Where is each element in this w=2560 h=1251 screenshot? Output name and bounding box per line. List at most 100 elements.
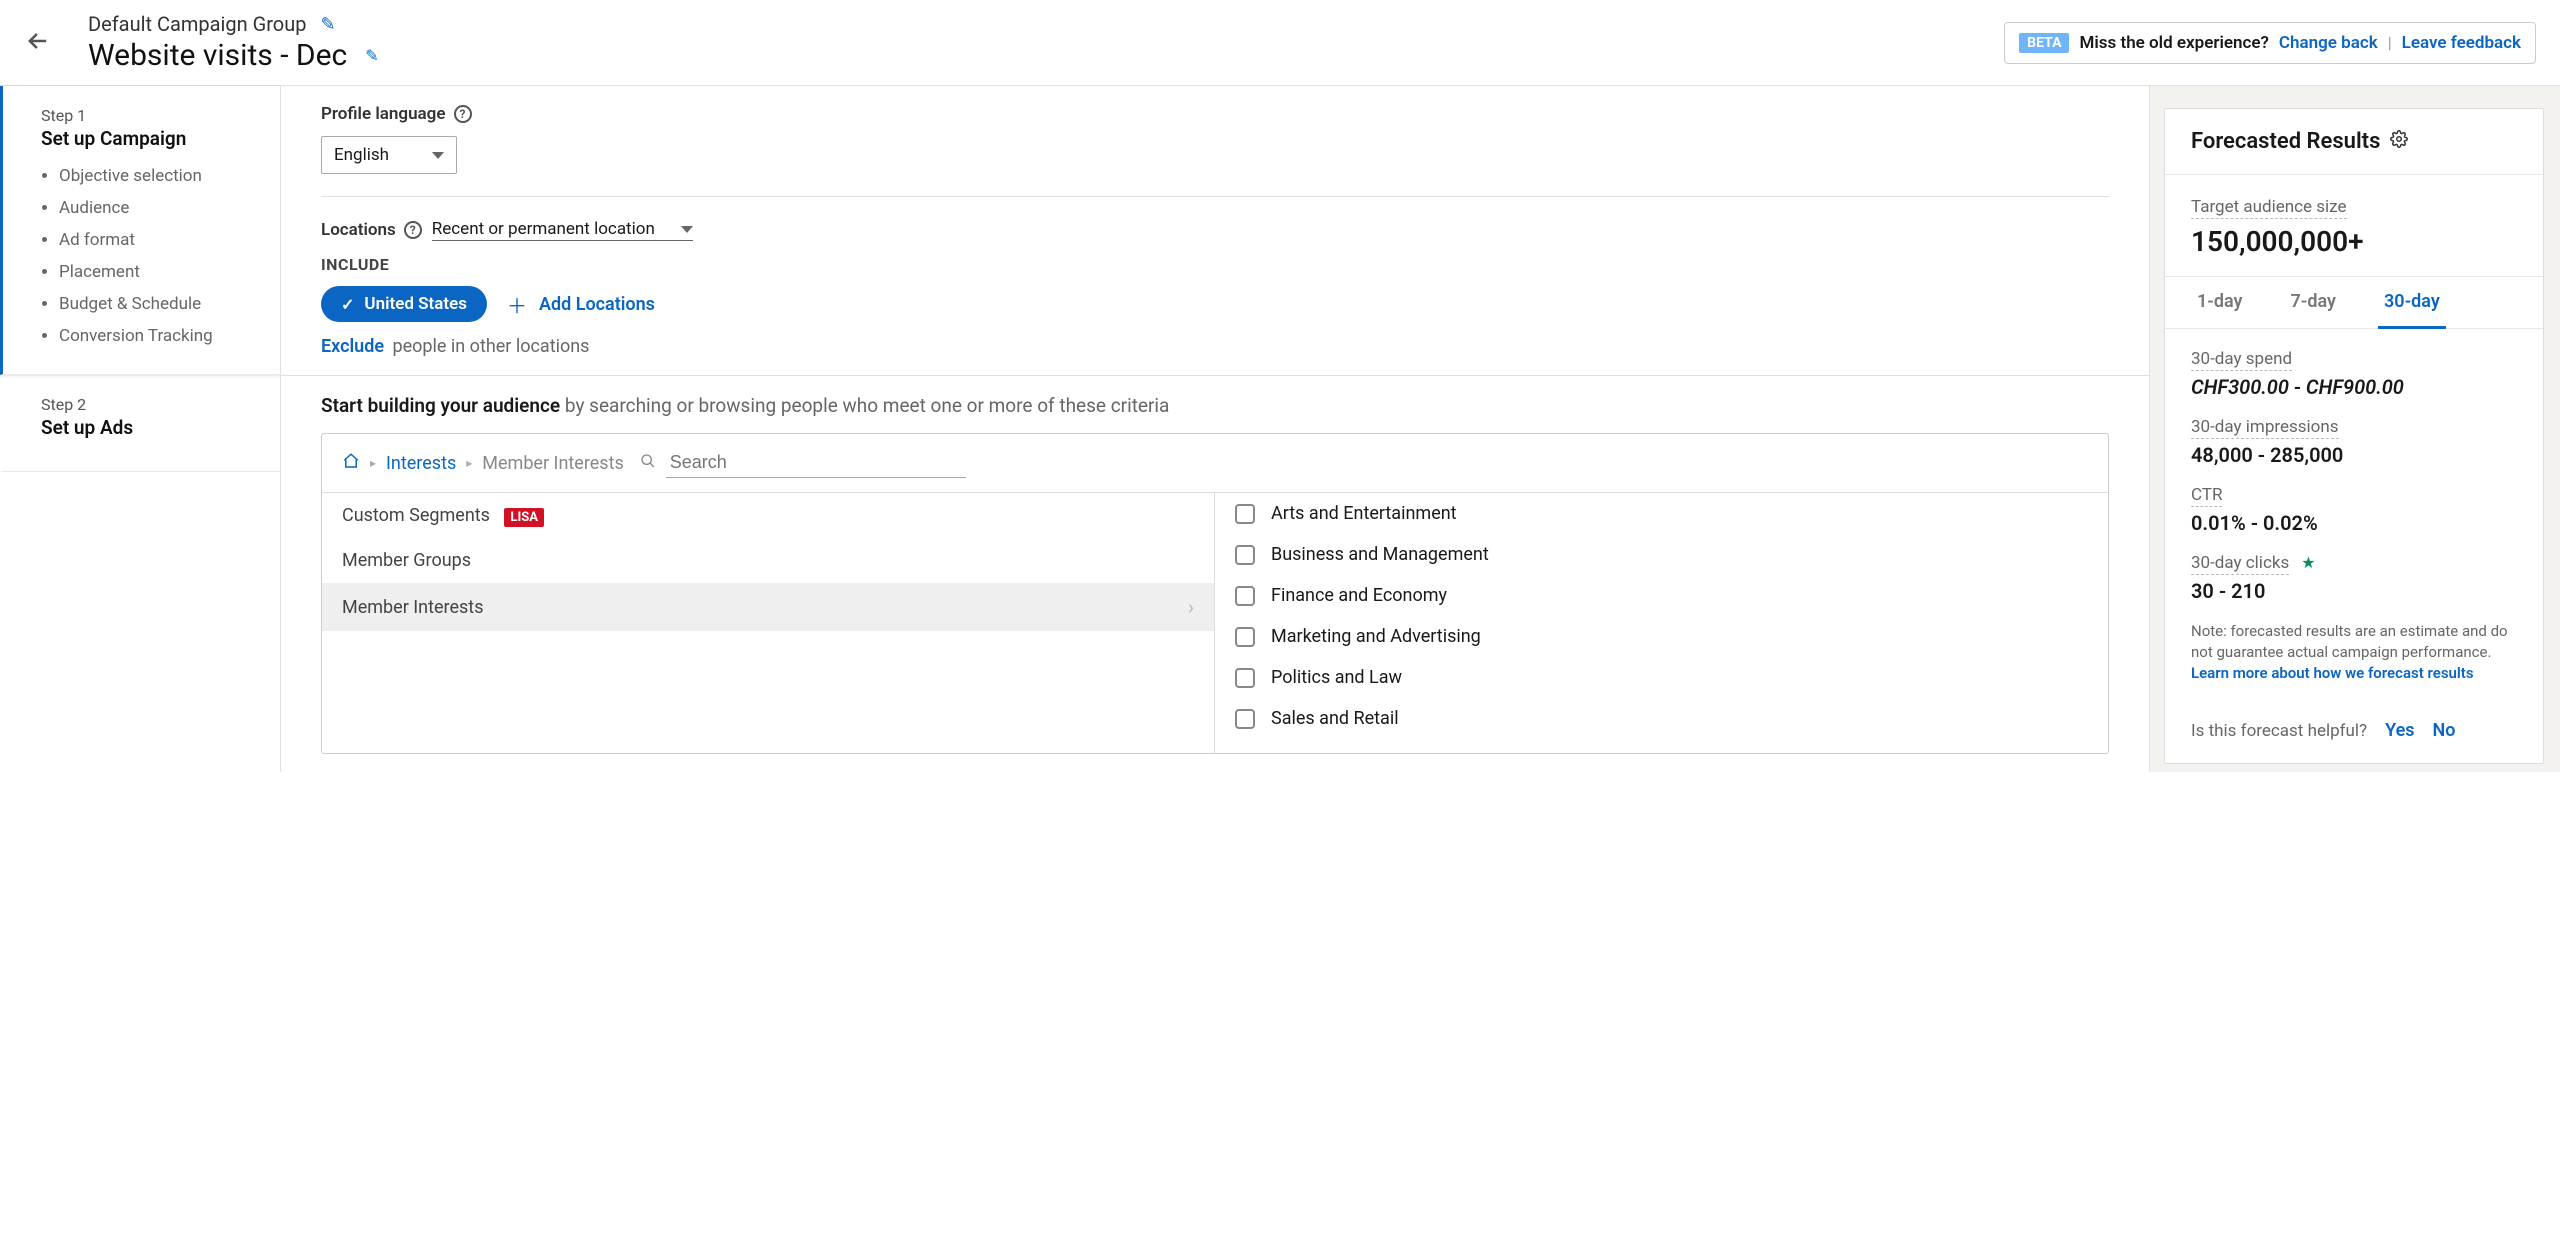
ctr-label[interactable]: CTR [2191, 485, 2222, 507]
sidebar: Step 1 Set up Campaign Objective selecti… [0, 86, 280, 772]
divider: | [2388, 33, 2392, 52]
language-select[interactable]: English [321, 136, 457, 174]
star-icon: ★ [2301, 553, 2315, 572]
impressions-label[interactable]: 30-day impressions [2191, 417, 2339, 439]
interest-sales[interactable]: Sales and Retail [1215, 698, 2108, 739]
checkbox-icon[interactable] [1235, 627, 1255, 647]
add-locations-button[interactable]: ＋ Add Locations [507, 290, 655, 319]
top-bar: Default Campaign Group ✎ Website visits … [0, 0, 2560, 86]
chevron-right-icon: ▸ [370, 456, 376, 470]
crumb-interests[interactable]: Interests [386, 453, 456, 474]
substep-objective[interactable]: Objective selection [59, 160, 256, 192]
forecast-title: Forecasted Results [2191, 129, 2380, 154]
left-item-member-interests[interactable]: Member Interests › [322, 583, 1214, 631]
impressions-value: 48,000 - 285,000 [2191, 443, 2517, 467]
include-label: INCLUDE [321, 255, 2109, 274]
substep-audience[interactable]: Audience [59, 192, 256, 224]
spend-value: CHF300.00 - CHF900.00 [2191, 375, 2517, 399]
profile-language-label: Profile language ? [321, 104, 472, 124]
back-arrow-icon[interactable] [24, 25, 52, 61]
location-pill-us[interactable]: ✓ United States [321, 286, 487, 322]
forecast-panel: Forecasted Results Target audience size … [2150, 86, 2560, 772]
checkbox-icon[interactable] [1235, 545, 1255, 565]
step2-block[interactable]: Step 2 Set up Ads [0, 375, 280, 472]
beta-badge: BETA [2019, 33, 2069, 53]
interest-finance[interactable]: Finance and Economy [1215, 575, 2108, 616]
substep-budget[interactable]: Budget & Schedule [59, 288, 256, 320]
helpful-no[interactable]: No [2433, 720, 2456, 741]
interest-marketing[interactable]: Marketing and Advertising [1215, 616, 2108, 657]
audience-left-col: Custom Segments LISA Member Groups Membe… [322, 493, 1215, 753]
helpful-yes[interactable]: Yes [2385, 720, 2414, 741]
left-item-custom-segments[interactable]: Custom Segments LISA [322, 493, 1214, 538]
help-icon[interactable]: ? [404, 221, 422, 239]
campaign-name: Website visits - Dec [88, 38, 347, 73]
caret-down-icon [432, 152, 444, 159]
exclude-link[interactable]: Exclude [321, 336, 384, 357]
audience-search-input[interactable] [666, 448, 966, 478]
clicks-value: 30 - 210 [2191, 579, 2517, 603]
checkbox-icon[interactable] [1235, 709, 1255, 729]
checkbox-icon[interactable] [1235, 668, 1255, 688]
plus-icon: ＋ [507, 290, 527, 319]
substep-conversion[interactable]: Conversion Tracking [59, 320, 256, 352]
miss-old-text: Miss the old experience? [2079, 33, 2268, 53]
step2-title: Set up Ads [41, 416, 256, 439]
left-item-member-groups[interactable]: Member Groups [322, 538, 1214, 583]
forecast-card: Forecasted Results Target audience size … [2164, 108, 2544, 764]
forecast-helpful: Is this forecast helpful? Yes No [2165, 704, 2543, 763]
gear-icon[interactable] [2390, 130, 2408, 153]
caret-down-icon [681, 226, 693, 233]
forecast-learn-more-link[interactable]: Learn more about how we forecast results [2191, 664, 2474, 682]
audience-breadcrumb: ▸ Interests ▸ Member Interests [322, 434, 2108, 493]
chevron-right-icon: ▸ [466, 456, 472, 470]
edit-campaign-icon[interactable]: ✎ [365, 46, 378, 65]
checkbox-icon[interactable] [1235, 586, 1255, 606]
campaign-group-row: Default Campaign Group ✎ [88, 12, 379, 36]
lisa-badge: LISA [504, 508, 544, 527]
campaign-group-name: Default Campaign Group [88, 12, 306, 36]
audience-browser: ▸ Interests ▸ Member Interests [321, 433, 2109, 754]
language-value: English [334, 145, 389, 165]
forecast-tabs: 1-day 7-day 30-day [2165, 277, 2543, 329]
leave-feedback-link[interactable]: Leave feedback [2402, 33, 2521, 53]
audience-size-value: 150,000,000+ [2191, 225, 2517, 258]
spend-label[interactable]: 30-day spend [2191, 349, 2292, 371]
exclude-rest-text: people in other locations [392, 336, 589, 357]
check-icon: ✓ [341, 295, 354, 314]
location-type-dropdown[interactable]: Recent or permanent location [432, 219, 693, 241]
interest-politics[interactable]: Politics and Law [1215, 657, 2108, 698]
step1-label: Step 1 [41, 106, 256, 125]
tab-1day[interactable]: 1-day [2191, 277, 2249, 328]
step1-block[interactable]: Step 1 Set up Campaign Objective selecti… [0, 86, 280, 375]
step2-label: Step 2 [41, 395, 256, 414]
interest-business[interactable]: Business and Management [1215, 534, 2108, 575]
exclude-row: Exclude people in other locations [321, 336, 2109, 357]
help-icon[interactable]: ? [454, 105, 472, 123]
substep-adformat[interactable]: Ad format [59, 224, 256, 256]
step1-substeps: Objective selection Audience Ad format P… [41, 160, 256, 352]
tab-30day[interactable]: 30-day [2378, 277, 2446, 329]
campaign-name-row: Website visits - Dec ✎ [88, 38, 379, 73]
edit-group-icon[interactable]: ✎ [320, 14, 335, 35]
forecast-note: Note: forecasted results are an estimate… [2191, 621, 2517, 684]
interest-arts[interactable]: Arts and Entertainment [1215, 493, 2108, 534]
audience-right-col: Arts and Entertainment Business and Mana… [1215, 493, 2108, 753]
search-icon [640, 453, 656, 473]
audience-heading: Start building your audience by searchin… [321, 394, 2109, 417]
helpful-question: Is this forecast helpful? [2191, 721, 2367, 741]
ctr-value: 0.01% - 0.02% [2191, 511, 2517, 535]
change-back-link[interactable]: Change back [2279, 33, 2378, 53]
clicks-label[interactable]: 30-day clicks [2191, 553, 2289, 575]
topbar-right-box: BETA Miss the old experience? Change bac… [2004, 22, 2536, 64]
locations-label: Locations ? [321, 220, 422, 240]
crumb-member-interests: Member Interests [482, 453, 623, 474]
substep-placement[interactable]: Placement [59, 256, 256, 288]
main-area: Profile language ? English Locations ? [280, 86, 2150, 772]
audience-size-label[interactable]: Target audience size [2191, 197, 2347, 219]
title-block: Default Campaign Group ✎ Website visits … [88, 12, 379, 73]
home-icon[interactable] [342, 452, 360, 475]
tab-7day[interactable]: 7-day [2285, 277, 2343, 328]
checkbox-icon[interactable] [1235, 504, 1255, 524]
step1-title: Set up Campaign [41, 127, 256, 150]
